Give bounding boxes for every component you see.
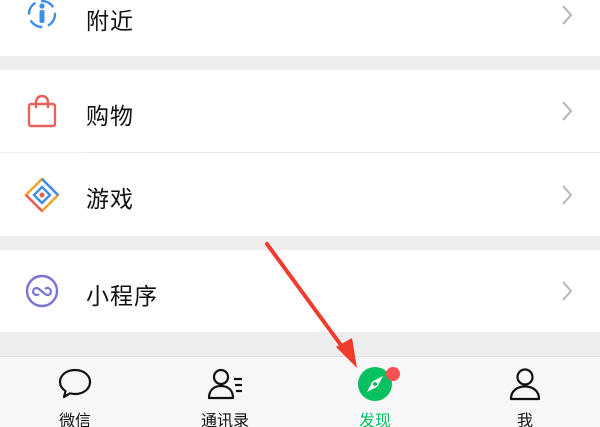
chevron-right-icon xyxy=(560,4,574,26)
menu-item-label: 游戏 xyxy=(86,187,134,213)
tab-discover[interactable]: 发现 xyxy=(300,357,450,427)
game-diamond-icon xyxy=(24,177,60,213)
menu-item-nearby[interactable]: 附近 xyxy=(0,0,600,56)
tab-contacts[interactable]: 通讯录 xyxy=(150,357,300,427)
chevron-right-icon xyxy=(560,280,574,302)
menu-item-games[interactable]: 游戏 xyxy=(0,153,600,236)
tab-me[interactable]: 我 xyxy=(450,357,600,427)
menu-item-label: 小程序 xyxy=(86,284,158,310)
nearby-person-icon xyxy=(24,0,60,36)
shopping-bag-icon xyxy=(24,93,60,129)
chevron-right-icon xyxy=(560,184,574,206)
discover-screen: 附近 购物 游戏 小程序 微信 通讯录 发现 我 xyxy=(0,0,600,427)
chat-bubble-icon xyxy=(56,365,94,403)
tab-label: 发现 xyxy=(358,411,391,427)
tab-label: 通讯录 xyxy=(200,411,249,427)
me-person-icon xyxy=(506,365,544,403)
tab-label: 我 xyxy=(516,411,533,427)
bottom-tab-bar: 微信 通讯录 发现 我 xyxy=(0,356,600,427)
menu-item-label: 购物 xyxy=(86,104,134,130)
tab-label: 微信 xyxy=(58,411,91,427)
menu-item-shopping[interactable]: 购物 xyxy=(0,70,600,152)
notification-dot-badge xyxy=(386,367,400,381)
menu-item-label: 附近 xyxy=(86,9,134,35)
contacts-icon xyxy=(206,365,244,403)
mini-program-icon xyxy=(24,273,60,309)
menu-item-mini-programs[interactable]: 小程序 xyxy=(0,250,600,332)
chevron-right-icon xyxy=(560,100,574,122)
tab-chats[interactable]: 微信 xyxy=(0,357,150,427)
